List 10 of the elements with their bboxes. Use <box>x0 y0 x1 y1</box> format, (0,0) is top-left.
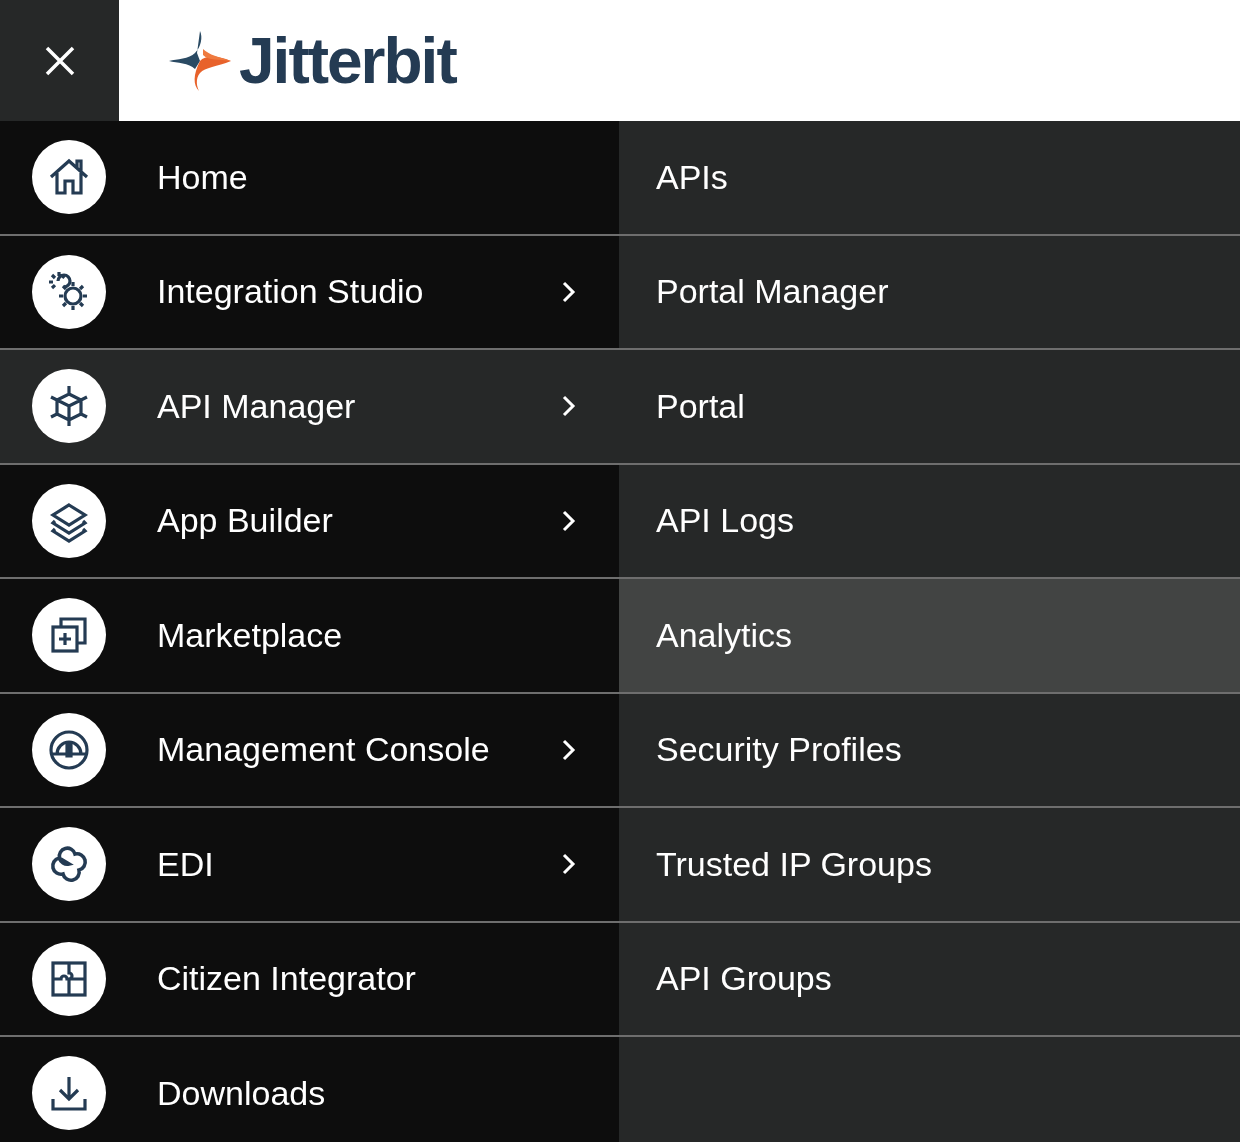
close-icon <box>43 44 76 77</box>
submenu-item[interactable]: Analytics <box>619 579 1240 694</box>
chevron-right-icon <box>562 738 576 761</box>
close-button[interactable] <box>0 0 119 121</box>
chevron-right-icon <box>562 280 576 303</box>
nav-menu-item[interactable]: API Manager <box>0 350 619 465</box>
chevron-right-icon <box>562 509 576 532</box>
chevron-right-icon <box>562 853 576 876</box>
chevron-right-icon <box>562 395 576 418</box>
brand-name: Jitterbit <box>239 23 456 98</box>
